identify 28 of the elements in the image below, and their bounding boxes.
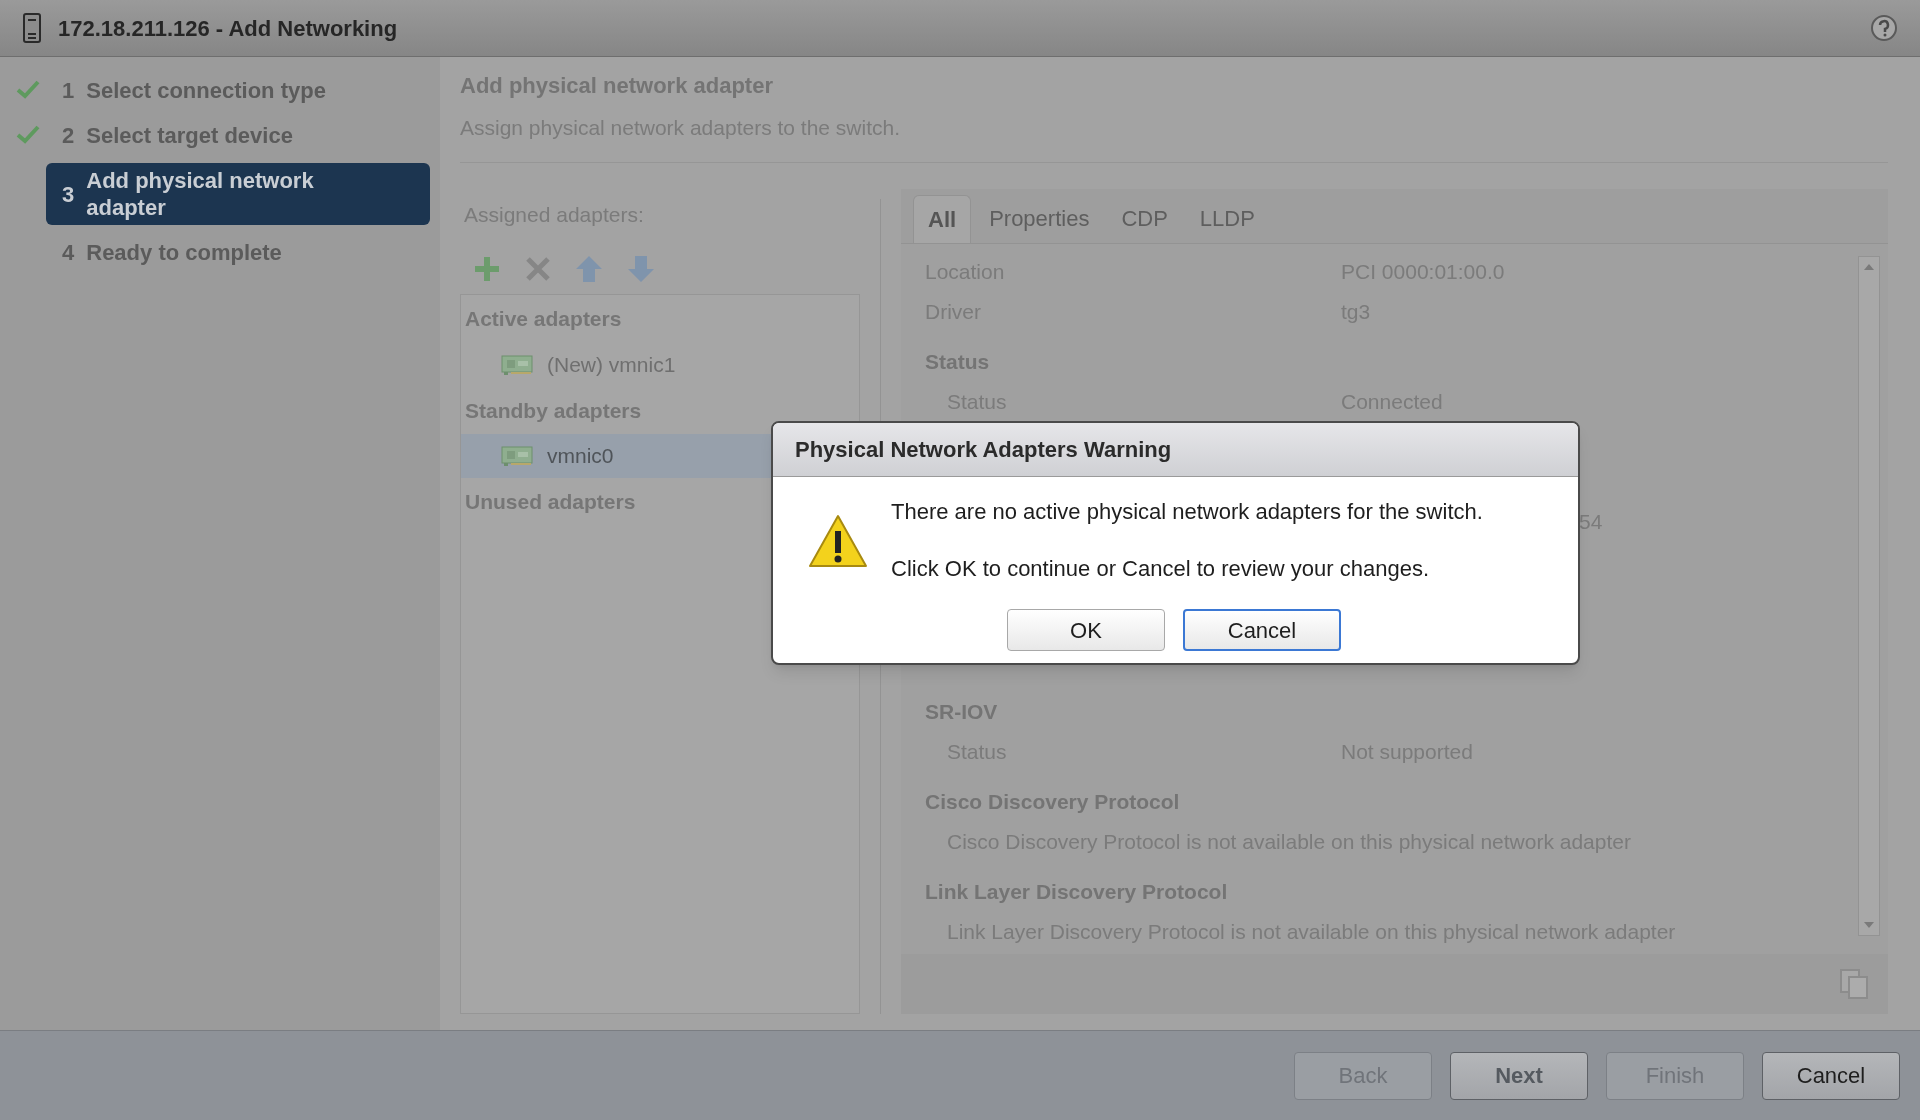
checkmark-icon	[16, 123, 40, 144]
move-down-icon[interactable]	[626, 254, 656, 284]
server-icon	[22, 13, 42, 43]
footer-button[interactable]: Next	[1450, 1051, 1588, 1100]
help-icon[interactable]	[1870, 14, 1898, 42]
network-card-icon	[501, 445, 533, 467]
tab[interactable]: Properties	[975, 194, 1104, 243]
wizard-step[interactable]: 2 Select target device	[46, 118, 430, 153]
warning-icon	[807, 513, 869, 569]
copy-icon[interactable]	[1838, 968, 1870, 1000]
footer-button[interactable]: Cancel	[1762, 1051, 1900, 1100]
wizard-step[interactable]: 1 Select connection type	[46, 73, 430, 108]
scrollbar[interactable]	[1858, 255, 1880, 936]
window-title: 172.18.211.126 - Add Networking	[58, 14, 398, 43]
checkmark-icon	[16, 78, 40, 99]
dialog-button[interactable]: Cancel	[1183, 609, 1341, 651]
wizard-step[interactable]: 4 Ready to complete	[46, 235, 430, 270]
tab[interactable]: LLDP	[1185, 194, 1269, 243]
move-up-icon[interactable]	[574, 254, 604, 284]
adapter-name: vmnic0	[547, 443, 614, 470]
dialog-button[interactable]: OK	[1007, 609, 1165, 651]
remove-icon[interactable]	[524, 255, 552, 283]
add-icon[interactable]	[472, 254, 502, 284]
tab[interactable]: CDP	[1107, 194, 1182, 243]
dialog-message: Click OK to continue or Cancel to review your changes.	[891, 555, 1431, 583]
tab[interactable]: All	[913, 194, 972, 243]
dialog-message: There are no active physical network adapters for the switch.	[891, 498, 1484, 526]
network-card-icon	[501, 353, 533, 376]
